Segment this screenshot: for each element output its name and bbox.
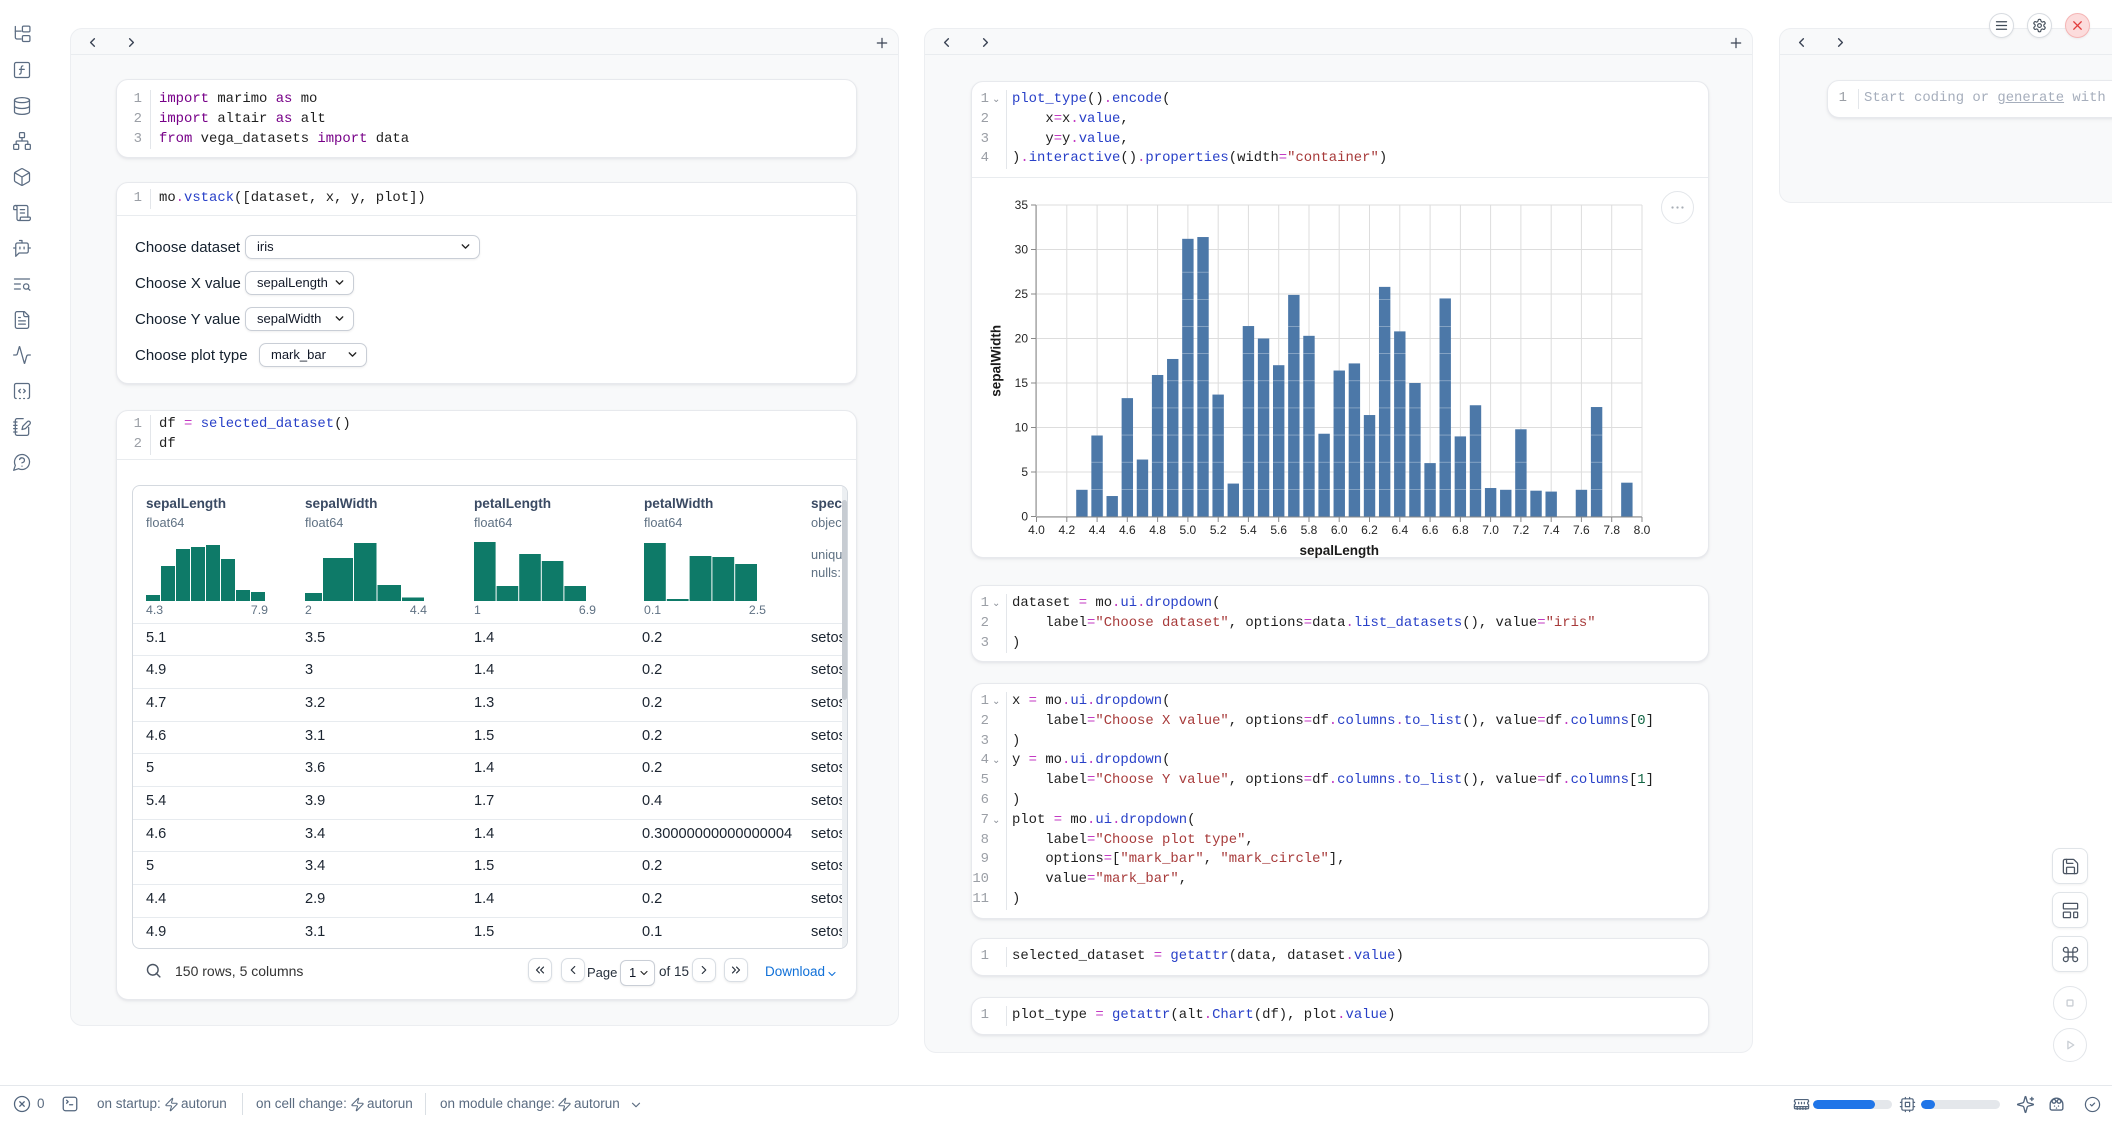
svg-text:5.4: 5.4 [1240, 523, 1257, 537]
svg-text:5.8: 5.8 [1301, 523, 1318, 537]
svg-text:4.0: 4.0 [1028, 523, 1045, 537]
svg-text:25: 25 [1015, 287, 1029, 301]
svg-text:7.4: 7.4 [1543, 523, 1560, 537]
svg-text:6.2: 6.2 [1361, 523, 1378, 537]
svg-text:4.4: 4.4 [1089, 523, 1106, 537]
svg-text:5.2: 5.2 [1210, 523, 1227, 537]
svg-text:5.0: 5.0 [1180, 523, 1197, 537]
svg-text:6.4: 6.4 [1391, 523, 1408, 537]
svg-text:sepalLength: sepalLength [1299, 543, 1379, 558]
svg-text:35: 35 [1015, 198, 1029, 212]
svg-text:5.6: 5.6 [1270, 523, 1287, 537]
svg-text:sepalWidth: sepalWidth [989, 325, 1004, 397]
svg-text:4.8: 4.8 [1149, 523, 1166, 537]
svg-text:6.8: 6.8 [1452, 523, 1469, 537]
svg-text:8.0: 8.0 [1634, 523, 1651, 537]
svg-text:4.6: 4.6 [1119, 523, 1136, 537]
svg-text:4.2: 4.2 [1058, 523, 1075, 537]
svg-text:7.2: 7.2 [1513, 523, 1530, 537]
svg-text:6.0: 6.0 [1331, 523, 1348, 537]
svg-text:7.6: 7.6 [1573, 523, 1590, 537]
svg-text:10: 10 [1015, 421, 1029, 435]
svg-text:6.6: 6.6 [1422, 523, 1439, 537]
svg-text:5: 5 [1021, 465, 1028, 479]
svg-text:7.8: 7.8 [1603, 523, 1620, 537]
svg-text:30: 30 [1015, 243, 1029, 257]
svg-text:15: 15 [1015, 376, 1029, 390]
svg-text:7.0: 7.0 [1482, 523, 1499, 537]
svg-text:20: 20 [1015, 332, 1029, 346]
svg-text:0: 0 [1021, 510, 1028, 524]
